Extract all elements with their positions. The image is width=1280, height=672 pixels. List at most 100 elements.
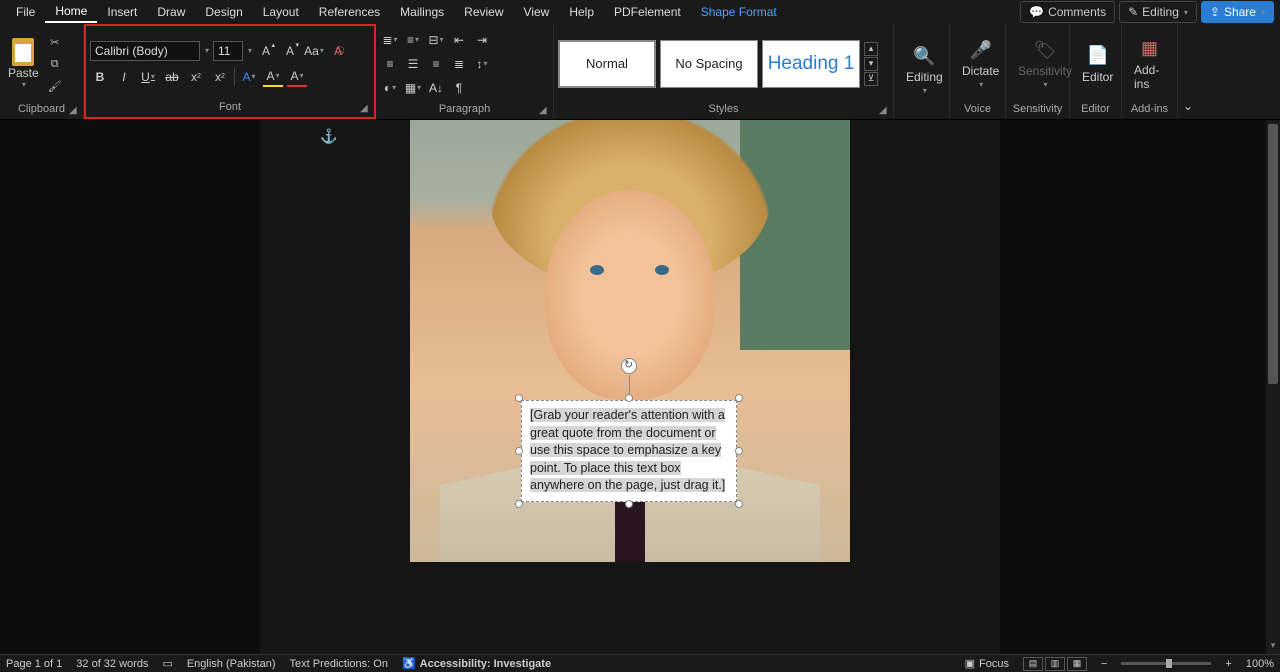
format-painter-button[interactable]: 🖌: [45, 78, 65, 96]
underline-button[interactable]: U▾: [138, 67, 158, 87]
menu-review[interactable]: Review: [454, 2, 513, 22]
style-normal[interactable]: Normal: [558, 40, 656, 88]
resize-handle-r[interactable]: [735, 447, 743, 455]
editing-button[interactable]: 🔍Editing▾: [898, 40, 951, 99]
menu-mailings[interactable]: Mailings: [390, 2, 454, 22]
menu-pdfelement[interactable]: PDFelement: [604, 2, 691, 22]
italic-button[interactable]: I: [114, 67, 134, 87]
paragraph-launcher[interactable]: ◢: [539, 105, 551, 117]
resize-handle-tr[interactable]: [735, 394, 743, 402]
microphone-icon: 🎤: [969, 38, 993, 62]
language-indicator[interactable]: English (Pakistan): [187, 658, 276, 670]
print-layout-button[interactable]: ▥: [1045, 657, 1065, 671]
bullets-button[interactable]: ≣▾: [380, 30, 400, 50]
editor-button[interactable]: 📄Editor: [1074, 40, 1121, 88]
focus-mode-button[interactable]: ▣Focus: [965, 657, 1009, 670]
grow-font-button[interactable]: A▴: [256, 41, 276, 61]
rotate-handle[interactable]: [621, 358, 637, 374]
shading-button[interactable]: ◐▾: [380, 78, 400, 98]
sort-button[interactable]: A↓: [426, 78, 446, 98]
text-box-selection[interactable]: [Grab your reader's attention with a gre…: [515, 394, 743, 508]
paste-button[interactable]: Paste▾: [4, 36, 43, 91]
style-no-spacing[interactable]: No Spacing: [660, 40, 758, 88]
scroll-down-icon[interactable]: ▾: [1266, 640, 1280, 654]
font-color-button[interactable]: A▾: [287, 67, 307, 87]
styles-scroll-up[interactable]: ▴: [864, 42, 878, 56]
zoom-slider[interactable]: [1121, 662, 1211, 665]
font-launcher[interactable]: ◢: [360, 103, 372, 115]
styles-scroll-down[interactable]: ▾: [864, 57, 878, 71]
scroll-thumb[interactable]: [1268, 124, 1278, 384]
shrink-font-button[interactable]: A▾: [280, 41, 300, 61]
menu-shape-format[interactable]: Shape Format: [691, 2, 787, 22]
zoom-out-button[interactable]: −: [1101, 658, 1107, 670]
style-heading-1[interactable]: Heading 1: [762, 40, 860, 88]
menu-view[interactable]: View: [514, 2, 560, 22]
decrease-indent-button[interactable]: ⇤: [449, 30, 469, 50]
styles-expand[interactable]: ⊻: [864, 72, 878, 86]
menu-references[interactable]: References: [309, 2, 390, 22]
menu-design[interactable]: Design: [195, 2, 252, 22]
resize-handle-b[interactable]: [625, 500, 633, 508]
document-area[interactable]: ⚓ [Grab your reader's attention with a g…: [0, 120, 1280, 654]
collapse-ribbon-button[interactable]: ⌄: [1178, 99, 1198, 119]
page-indicator[interactable]: Page 1 of 1: [6, 658, 62, 670]
cut-button[interactable]: ✂: [45, 34, 65, 52]
vertical-scrollbar[interactable]: ▴ ▾: [1266, 120, 1280, 654]
editing-mode-button[interactable]: ✎Editing▾: [1119, 1, 1197, 23]
menu-layout[interactable]: Layout: [253, 2, 309, 22]
justify-button[interactable]: ≣: [449, 54, 469, 74]
resize-handle-l[interactable]: [515, 447, 523, 455]
styles-launcher[interactable]: ◢: [879, 105, 891, 117]
zoom-level[interactable]: 100%: [1246, 658, 1274, 670]
highlight-button[interactable]: A▾: [263, 67, 283, 87]
resize-handle-t[interactable]: [625, 394, 633, 402]
font-size-input[interactable]: [213, 41, 243, 61]
web-layout-button[interactable]: ▦: [1067, 657, 1087, 671]
resize-handle-br[interactable]: [735, 500, 743, 508]
bold-button[interactable]: B: [90, 67, 110, 87]
superscript-button[interactable]: x2: [210, 67, 230, 87]
text-effects-button[interactable]: A▾: [239, 67, 259, 87]
font-size-dropdown[interactable]: ▾: [248, 46, 252, 55]
zoom-in-button[interactable]: +: [1225, 658, 1231, 670]
increase-indent-button[interactable]: ⇥: [472, 30, 492, 50]
share-button[interactable]: ⇪Share▾: [1201, 1, 1274, 23]
spellcheck-icon[interactable]: ▭: [162, 657, 172, 670]
text-box-content[interactable]: [Grab your reader's attention with a gre…: [530, 408, 725, 492]
word-count[interactable]: 32 of 32 words: [76, 658, 148, 670]
menu-file[interactable]: File: [6, 2, 45, 22]
line-spacing-button[interactable]: ↕▾: [472, 54, 492, 74]
align-left-button[interactable]: ≡: [380, 54, 400, 74]
font-name-input[interactable]: [90, 41, 200, 61]
comments-button[interactable]: 💬Comments: [1020, 1, 1115, 23]
styles-label: Styles: [558, 101, 889, 117]
accessibility-check[interactable]: ♿Accessibility: Investigate: [402, 657, 551, 670]
menu-insert[interactable]: Insert: [97, 2, 147, 22]
multilevel-button[interactable]: ⊟▾: [426, 30, 446, 50]
menu-help[interactable]: Help: [559, 2, 604, 22]
align-right-button[interactable]: ≡: [426, 54, 446, 74]
resize-handle-bl[interactable]: [515, 500, 523, 508]
clipboard-launcher[interactable]: ◢: [69, 105, 81, 117]
menu-home[interactable]: Home: [45, 1, 97, 23]
strikethrough-button[interactable]: ab: [162, 67, 182, 87]
copy-button[interactable]: ⧉: [45, 56, 65, 74]
subscript-button[interactable]: x2: [186, 67, 206, 87]
borders-button[interactable]: ▦▾: [403, 78, 423, 98]
numbering-button[interactable]: ≡▾: [403, 30, 423, 50]
dictate-button[interactable]: 🎤Dictate▾: [954, 34, 1007, 93]
text-predictions[interactable]: Text Predictions: On: [290, 658, 388, 670]
addins-button[interactable]: ▦Add-ins: [1126, 33, 1173, 95]
clear-formatting-button[interactable]: A⃠: [328, 41, 348, 61]
resize-handle-tl[interactable]: [515, 394, 523, 402]
font-name-dropdown[interactable]: ▾: [205, 46, 209, 55]
voice-group: 🎤Dictate▾ Voice: [950, 24, 1006, 119]
align-center-button[interactable]: ☰: [403, 54, 423, 74]
text-box[interactable]: [Grab your reader's attention with a gre…: [521, 400, 737, 502]
clipboard-group: Paste▾ ✂ ⧉ 🖌 Clipboard ◢: [0, 24, 84, 119]
change-case-button[interactable]: Aa▾: [304, 41, 324, 61]
read-mode-button[interactable]: ▤: [1023, 657, 1043, 671]
show-marks-button[interactable]: ¶: [449, 78, 469, 98]
menu-draw[interactable]: Draw: [147, 2, 195, 22]
